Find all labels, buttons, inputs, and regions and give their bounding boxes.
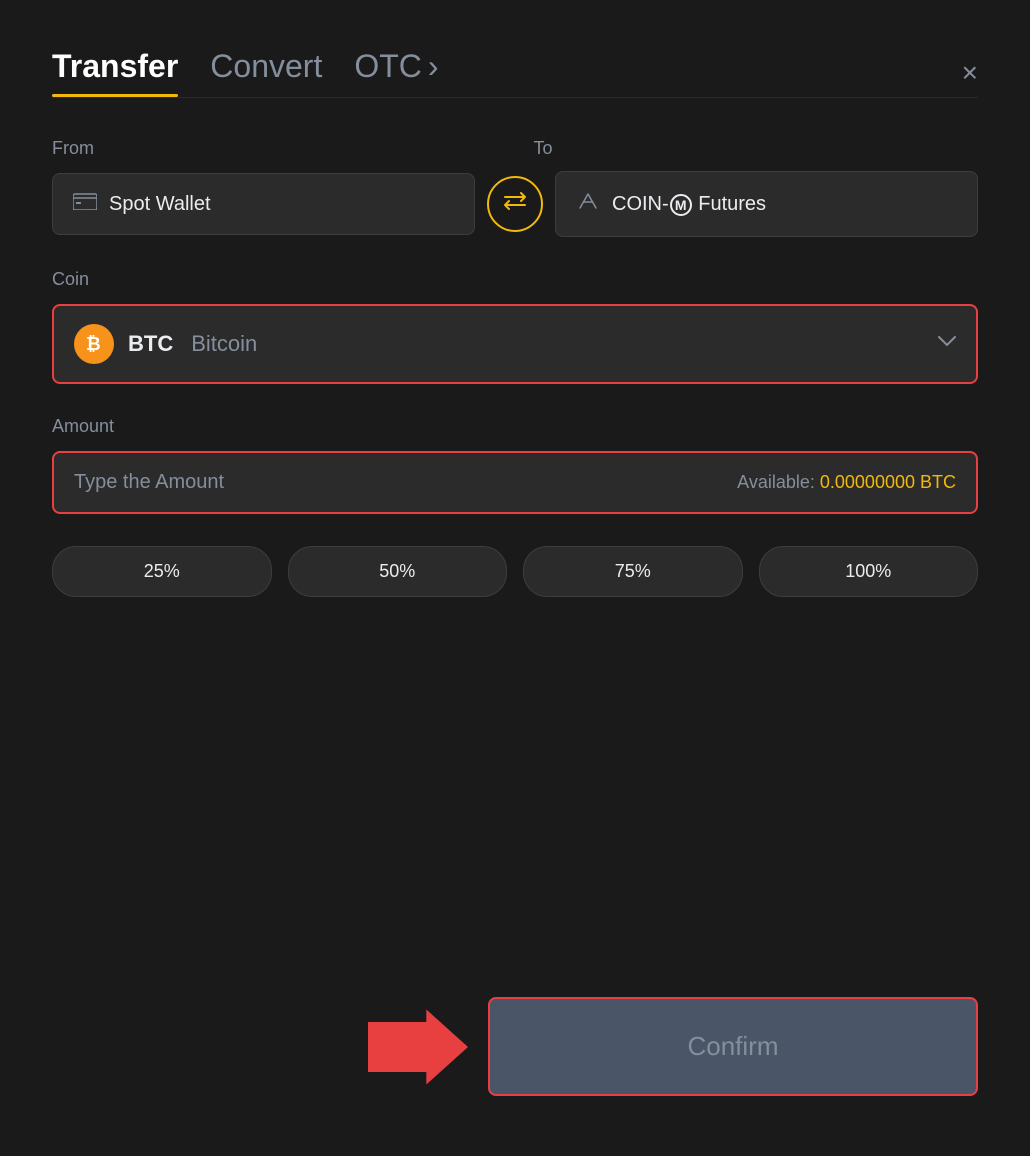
coin-symbol: BTC [128,331,173,357]
pct-75-button[interactable]: 75% [523,546,743,597]
btc-icon: ₿ [74,324,114,364]
amount-section: Amount Available: 0.00000000 BTC [52,416,978,514]
coin-m-badge: M [670,194,692,216]
to-wallet-name: COIN-M Futures [612,193,766,216]
red-arrow-icon [368,1007,468,1087]
transfer-modal: Transfer Convert OTC › × From To Sp [0,0,1030,1156]
from-to-section: From To Spot Wallet [52,138,978,237]
percentage-buttons: 25% 50% 75% 100% [52,546,978,597]
to-wallet-selector[interactable]: COIN-M Futures [555,171,978,237]
available-text: Available: 0.00000000 BTC [737,472,956,493]
amount-input-box: Available: 0.00000000 BTC [52,451,978,514]
swap-icon [501,190,529,219]
otc-arrow-icon: › [428,48,439,85]
pct-50-button[interactable]: 50% [288,546,508,597]
from-wallet-name: Spot Wallet [109,193,211,216]
coin-dropdown-icon [938,335,956,353]
confirm-button[interactable]: Confirm [488,997,978,1096]
from-to-labels: From To [52,138,978,159]
pct-25-button[interactable]: 25% [52,546,272,597]
pct-100-button[interactable]: 100% [759,546,979,597]
coin-label: Coin [52,269,978,290]
amount-input[interactable] [74,471,737,494]
bottom-area: Confirm [52,977,978,1096]
coin-full-name: Bitcoin [191,331,257,357]
tab-transfer[interactable]: Transfer [52,48,178,97]
from-to-inputs: Spot Wallet COIN-M [52,171,978,237]
svg-text:₿: ₿ [86,334,101,354]
coin-selector[interactable]: ₿ BTC Bitcoin [52,304,978,384]
swap-button[interactable] [487,176,543,232]
header-divider [52,97,978,98]
arrow-container [52,1007,488,1087]
coin-section: Coin ₿ BTC Bitcoin [52,269,978,384]
from-label: From [52,138,478,159]
to-label: To [534,138,978,159]
available-label: Available: [737,472,820,492]
tab-otc[interactable]: OTC › [354,48,438,97]
available-value: 0.00000000 BTC [820,472,956,492]
futures-icon [576,190,600,218]
close-button[interactable]: × [962,59,978,87]
tab-convert[interactable]: Convert [210,48,322,97]
from-wallet-selector[interactable]: Spot Wallet [52,173,475,235]
wallet-card-icon [73,192,97,216]
amount-label: Amount [52,416,978,437]
header: Transfer Convert OTC › × [52,48,978,97]
